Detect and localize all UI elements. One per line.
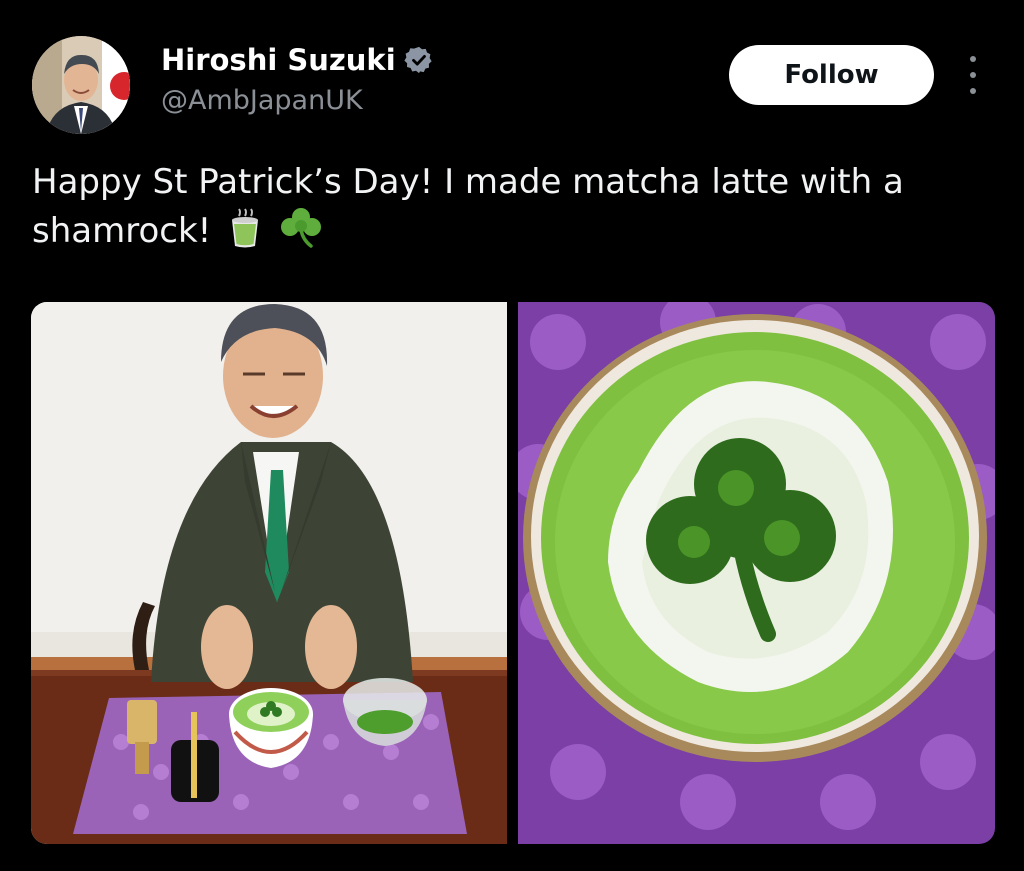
ambassador-with-matcha-photo[interactable]	[31, 302, 507, 844]
avatar[interactable]	[32, 36, 130, 134]
tweet-card: Hiroshi Suzuki @AmbJapanUK Follow Happy …	[0, 0, 1024, 871]
shamrock-icon	[279, 206, 323, 261]
follow-button[interactable]: Follow	[729, 45, 934, 105]
author-name[interactable]: Hiroshi Suzuki	[161, 42, 396, 78]
verified-badge-icon[interactable]	[404, 45, 434, 75]
matcha-tea-icon	[228, 208, 262, 261]
matcha-latte-shamrock-photo[interactable]	[518, 302, 995, 844]
tweet-media[interactable]	[31, 302, 995, 844]
more-options-icon[interactable]	[963, 56, 983, 94]
tweet-text: Happy St Patrick’s Day! I made matcha la…	[32, 162, 904, 251]
author-name-row[interactable]: Hiroshi Suzuki	[161, 42, 434, 78]
author-handle[interactable]: @AmbJapanUK	[161, 84, 363, 118]
tweet-body: Happy St Patrick’s Day! I made matcha la…	[32, 158, 992, 261]
avatar-photo	[32, 36, 130, 134]
